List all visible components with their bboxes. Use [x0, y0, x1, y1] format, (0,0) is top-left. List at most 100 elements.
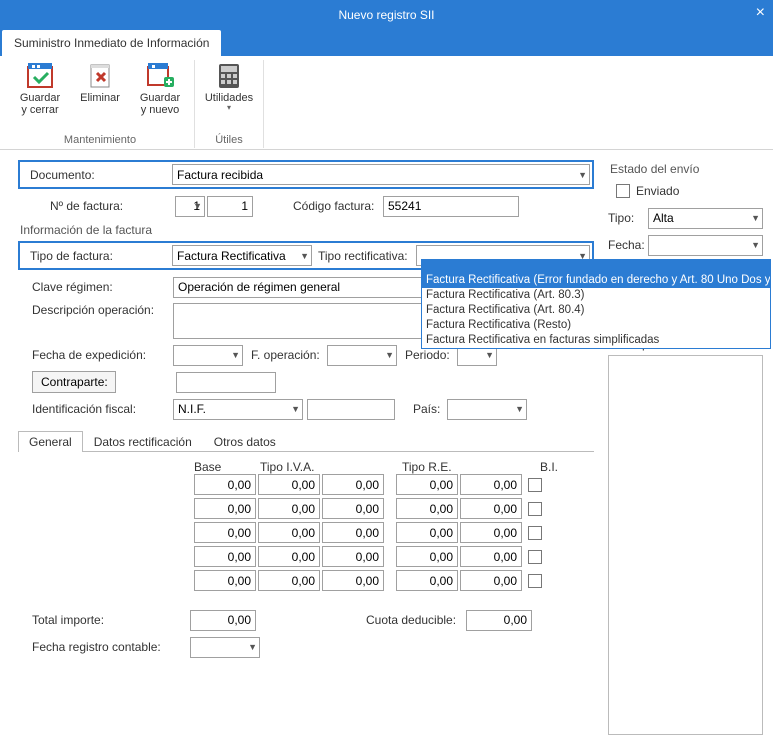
grid-header: Base Tipo I.V.A. Tipo R.E. B.I. — [18, 460, 594, 474]
bi-checkbox[interactable] — [528, 550, 542, 564]
iva-grid — [18, 474, 594, 591]
tab-general[interactable]: General — [18, 431, 83, 452]
tipo-re-cell[interactable] — [396, 570, 458, 591]
ribbon-group-mantenimiento: Guardar y cerrar Eliminar Guardar y nuev… — [6, 60, 195, 148]
bi-checkbox[interactable] — [528, 502, 542, 516]
f-operacion-input[interactable] — [327, 345, 397, 366]
cuota-iva-cell[interactable] — [322, 522, 384, 543]
tipo-re-cell[interactable] — [396, 522, 458, 543]
tipo-factura-label: Tipo de factura: — [22, 249, 172, 263]
col-base: Base — [194, 460, 258, 474]
fecha-reg-contable-input[interactable] — [190, 637, 260, 658]
cuota-iva-cell[interactable] — [322, 474, 384, 495]
cuota-re-cell[interactable] — [460, 570, 522, 591]
envio-tipo-select[interactable] — [648, 208, 763, 229]
contraparte-input[interactable] — [176, 372, 276, 393]
delete-button[interactable]: Eliminar — [74, 60, 126, 126]
calculator-icon — [214, 62, 244, 90]
fecha-exp-label: Fecha de expedición: — [18, 348, 173, 362]
dropdown-cap — [421, 259, 771, 272]
dropdown-option[interactable]: Factura Rectificativa en facturas simpli… — [422, 333, 770, 348]
envio-tipo-label: Tipo: — [608, 211, 648, 225]
cuota-iva-cell[interactable] — [322, 546, 384, 567]
pais-select[interactable] — [447, 399, 527, 420]
desc-error-box — [608, 355, 763, 735]
tab-datos-rect[interactable]: Datos rectificación — [83, 431, 203, 452]
cuota-re-cell[interactable] — [460, 522, 522, 543]
num-factura-label: Nº de factura: — [18, 199, 175, 213]
save-close-button[interactable]: Guardar y cerrar — [14, 60, 66, 126]
base-cell[interactable] — [194, 546, 256, 567]
save-close-icon — [25, 62, 55, 90]
total-importe-input[interactable] — [190, 610, 256, 631]
id-fiscal-label: Identificación fiscal: — [18, 402, 173, 416]
base-cell[interactable] — [194, 498, 256, 519]
base-cell[interactable] — [194, 474, 256, 495]
base-cell[interactable] — [194, 522, 256, 543]
documento-select[interactable] — [172, 164, 590, 185]
cuota-re-cell[interactable] — [460, 546, 522, 567]
tipo-re-cell[interactable] — [396, 498, 458, 519]
cuota-deducible-label: Cuota deducible: — [366, 613, 466, 627]
ribbon-group-label: Útiles — [215, 134, 243, 146]
ribbon-group-label: Mantenimiento — [64, 134, 136, 146]
cuota-iva-cell[interactable] — [322, 570, 384, 591]
utilities-button[interactable]: Utilidades ▾ — [203, 60, 255, 126]
total-importe-label: Total importe: — [18, 613, 190, 627]
ribbon-group-utiles: Utilidades ▾ Útiles — [195, 60, 264, 148]
clave-regimen-label: Clave régimen: — [18, 280, 173, 294]
tipo-rect-dropdown: Factura Rectificativa (Error fundado en … — [421, 272, 771, 349]
ribbon-tab-strip: Suministro Inmediato de Información — [0, 30, 773, 56]
col-bi: B.I. — [534, 460, 558, 474]
tipo-factura-select[interactable] — [172, 245, 312, 266]
bi-checkbox[interactable] — [528, 478, 542, 492]
contraparte-button[interactable]: Contraparte: — [32, 371, 116, 393]
bi-checkbox[interactable] — [528, 574, 542, 588]
dropdown-option[interactable]: Factura Rectificativa (Art. 80.3) — [422, 288, 770, 303]
num-factura-serie-input[interactable] — [175, 196, 205, 217]
tipo-re-cell[interactable] — [396, 474, 458, 495]
codigo-factura-input[interactable] — [383, 196, 519, 217]
fecha-exp-input[interactable] — [173, 345, 243, 366]
chevron-down-icon: ▾ — [227, 104, 231, 113]
cuota-iva-cell[interactable] — [322, 498, 384, 519]
id-fiscal-value-input[interactable] — [307, 399, 395, 420]
cuota-re-cell[interactable] — [460, 498, 522, 519]
col-tipo-re: Tipo R.E. — [402, 460, 466, 474]
save-new-button[interactable]: Guardar y nuevo — [134, 60, 186, 126]
documento-row: Documento: ▼ — [18, 160, 594, 189]
envio-fecha-label: Fecha: — [608, 238, 648, 252]
cuota-re-cell[interactable] — [460, 474, 522, 495]
cuota-deducible-input[interactable] — [466, 610, 532, 631]
tipo-re-cell[interactable] — [396, 546, 458, 567]
tab-otros[interactable]: Otros datos — [203, 431, 287, 452]
bi-checkbox[interactable] — [528, 526, 542, 540]
tipo-iva-cell[interactable] — [258, 546, 320, 567]
tipo-iva-cell[interactable] — [258, 498, 320, 519]
grid-row — [194, 498, 594, 519]
title-bar: Nuevo registro SII × — [0, 0, 773, 30]
dropdown-option[interactable]: Factura Rectificativa (Error fundado en … — [422, 273, 770, 288]
tipo-iva-cell[interactable] — [258, 474, 320, 495]
close-icon[interactable]: × — [756, 4, 765, 22]
id-fiscal-select[interactable] — [173, 399, 303, 420]
save-new-icon — [145, 62, 175, 90]
dropdown-option[interactable]: Factura Rectificativa (Resto) — [422, 318, 770, 333]
left-panel: Documento: ▼ Nº de factura: ▼ Código fac… — [18, 160, 594, 735]
tipo-iva-cell[interactable] — [258, 570, 320, 591]
base-cell[interactable] — [194, 570, 256, 591]
col-tipo-iva: Tipo I.V.A. — [260, 460, 324, 474]
envio-fecha-input[interactable] — [648, 235, 763, 256]
num-factura-num-input[interactable] — [207, 196, 253, 217]
periodo-label: Periodo: — [405, 348, 457, 362]
codigo-factura-label: Código factura: — [293, 199, 383, 213]
window-title: Nuevo registro SII — [338, 8, 434, 22]
dropdown-option[interactable]: Factura Rectificativa (Art. 80.4) — [422, 303, 770, 318]
enviado-checkbox[interactable] — [616, 184, 630, 198]
tipo-iva-cell[interactable] — [258, 522, 320, 543]
ribbon: Guardar y cerrar Eliminar Guardar y nuev… — [0, 56, 773, 150]
ribbon-tab-sii[interactable]: Suministro Inmediato de Información — [2, 30, 221, 56]
grid-row — [194, 522, 594, 543]
enviado-label: Enviado — [636, 184, 679, 198]
tipo-rect-label: Tipo rectificativa: — [318, 249, 416, 263]
